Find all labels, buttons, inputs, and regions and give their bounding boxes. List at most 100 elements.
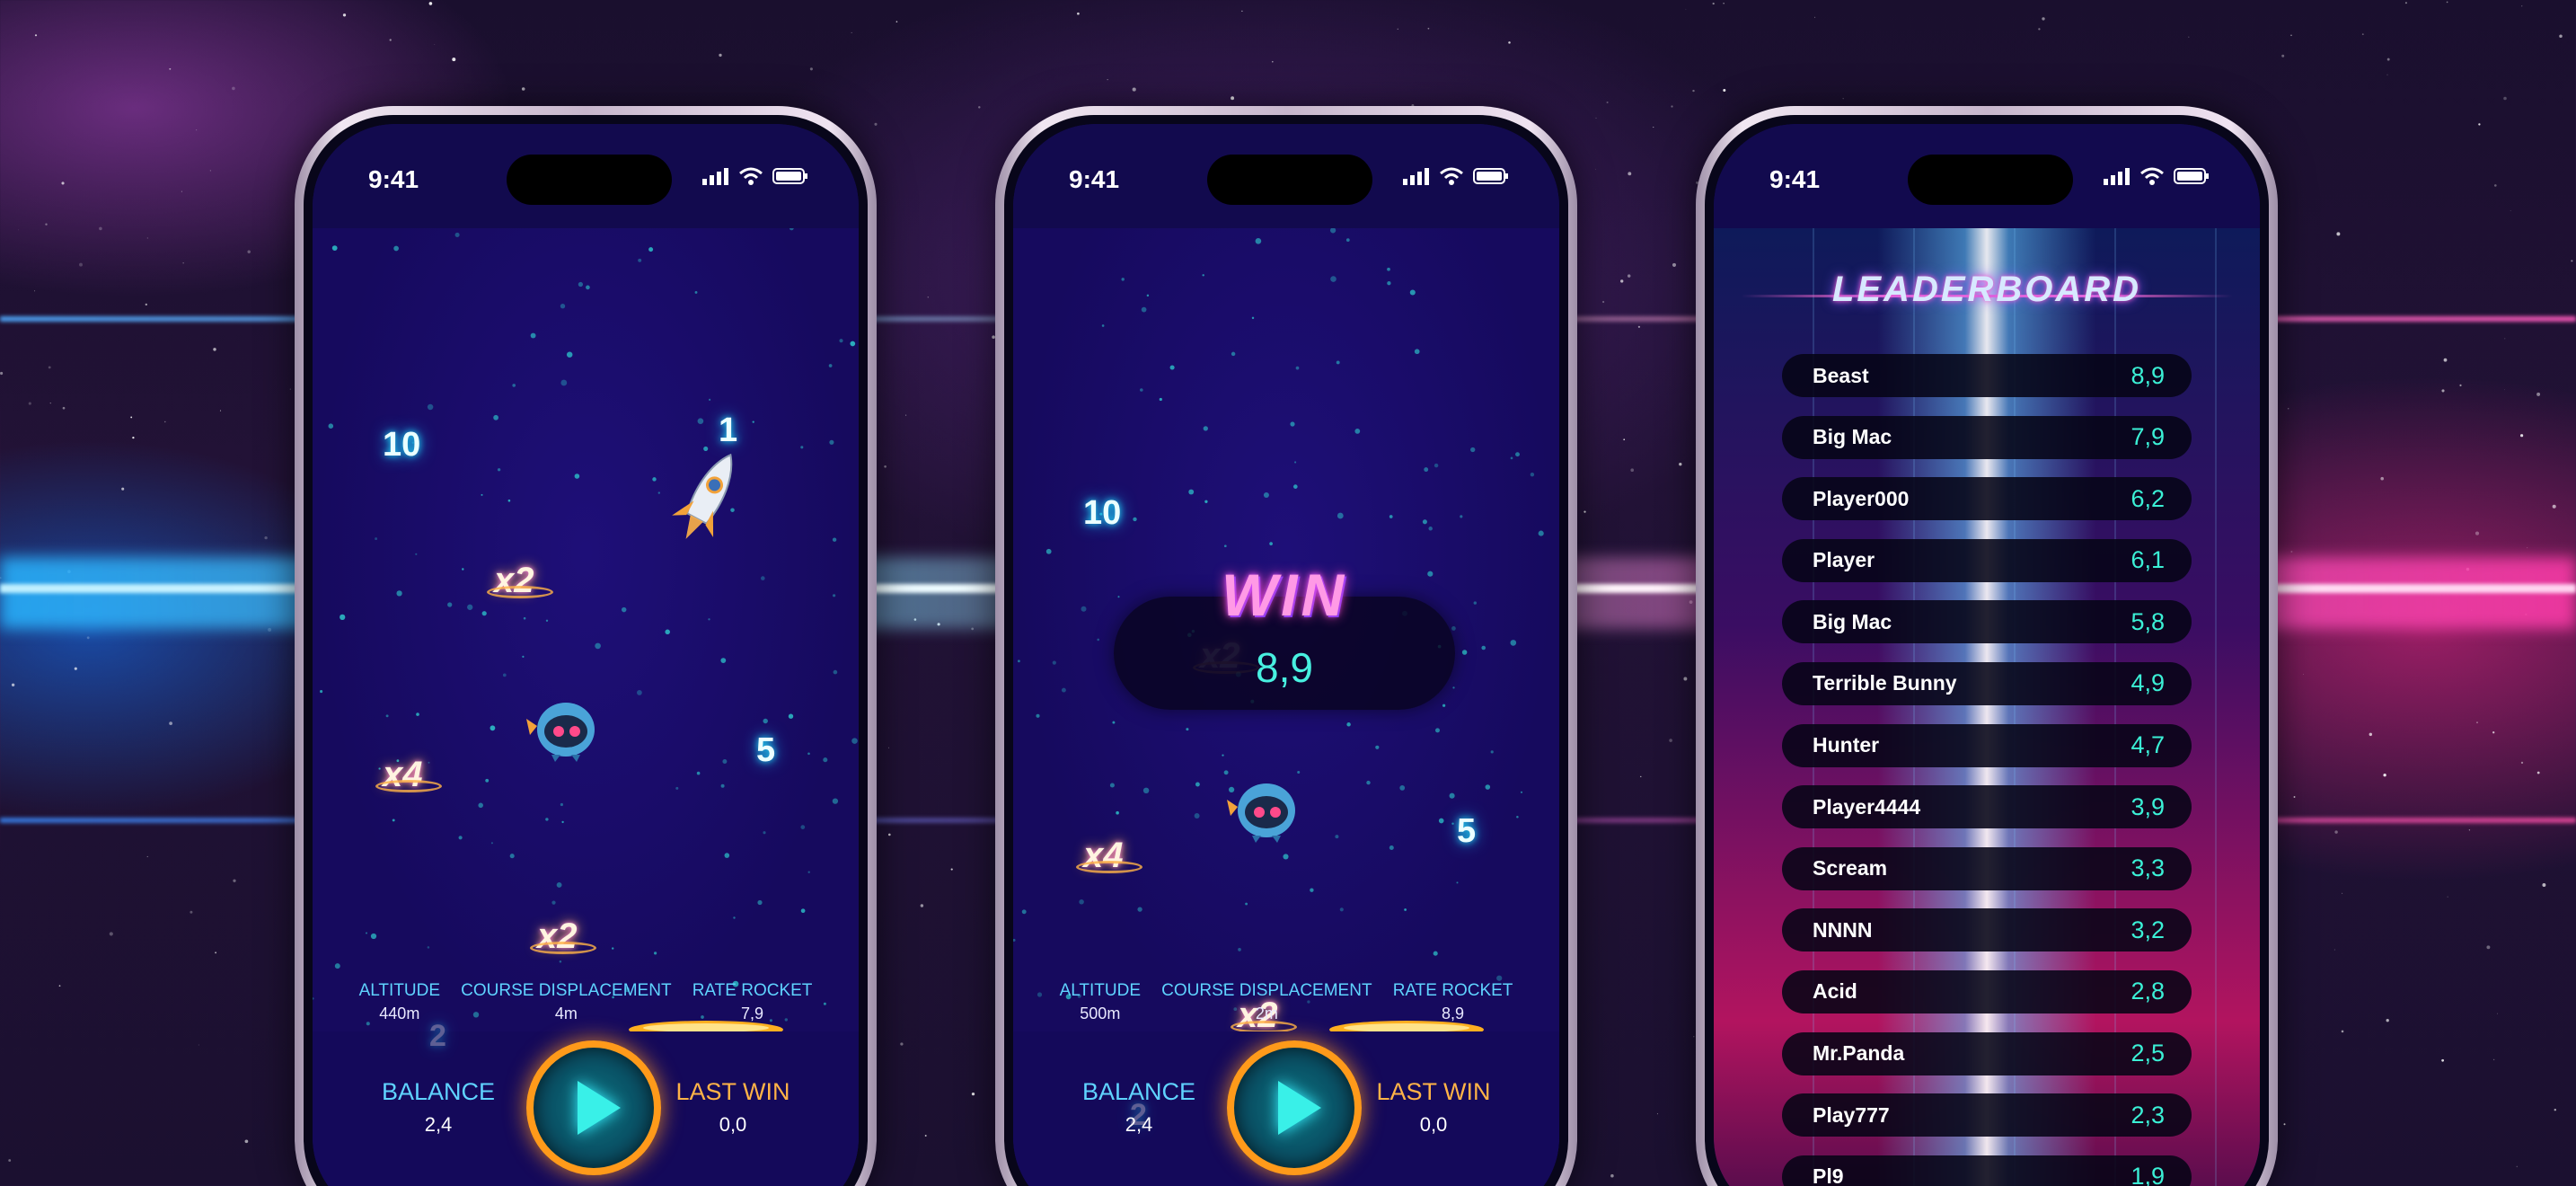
star bbox=[244, 1139, 249, 1144]
star-dot bbox=[393, 245, 399, 252]
star bbox=[1692, 89, 1695, 93]
star-dot bbox=[545, 619, 549, 622]
phone-leaderboard-screen: LEADERBOARD Beast 8,9 Big Mac 7,9 Player000 6… bbox=[1696, 106, 2278, 1186]
leaderboard-row[interactable]: Player000 6,2 bbox=[1782, 477, 2192, 521]
leaderboard-row[interactable]: Hunter 4,7 bbox=[1782, 723, 2192, 767]
star-dot bbox=[1203, 426, 1208, 431]
star-dot bbox=[560, 304, 566, 309]
player-name: Player bbox=[1813, 548, 1875, 572]
star-dot bbox=[789, 228, 794, 231]
star-dot bbox=[1195, 782, 1200, 787]
game-area[interactable]: 10 1 5 x2 x4 x2 bbox=[313, 228, 859, 1055]
star-dot bbox=[427, 403, 434, 411]
star bbox=[920, 904, 924, 907]
star bbox=[2536, 771, 2540, 774]
player-score: 2,8 bbox=[2130, 978, 2165, 1005]
star bbox=[0, 371, 4, 376]
star-dot bbox=[653, 951, 657, 955]
star-dot bbox=[1428, 527, 1433, 531]
game-area[interactable]: 10 5 x2 x4 x2 bbox=[1013, 228, 1559, 1055]
balance-display: BALANCE 2,4 bbox=[366, 1078, 510, 1137]
star-dot bbox=[545, 818, 549, 821]
leaderboard-row[interactable]: NNNN 3,2 bbox=[1782, 908, 2192, 952]
star bbox=[2287, 407, 2289, 410]
player-score: 8,9 bbox=[2130, 361, 2165, 389]
player-score: 2,3 bbox=[2130, 1101, 2165, 1128]
play-button[interactable] bbox=[1227, 1040, 1362, 1175]
star bbox=[2504, 338, 2506, 340]
control-bar: 2 BALANCE 2,4 LAST WIN 0,0 bbox=[1013, 1031, 1559, 1186]
leaderboard-row[interactable]: Scream 3,3 bbox=[1782, 846, 2192, 890]
star-dot bbox=[832, 798, 839, 804]
star bbox=[2386, 58, 2390, 61]
star-dot bbox=[1451, 822, 1454, 825]
rocket-icon bbox=[672, 453, 733, 539]
star-dot bbox=[559, 960, 562, 963]
leaderboard-row[interactable]: Player 6,1 bbox=[1782, 538, 2192, 582]
status-bar: 9:41 bbox=[313, 124, 859, 228]
star-dot bbox=[1290, 421, 1295, 427]
win-popup[interactable]: WIN 8,9 bbox=[1114, 562, 1455, 710]
star-dot bbox=[396, 590, 402, 597]
star bbox=[1584, 510, 1586, 513]
battery-icon bbox=[1473, 168, 1508, 184]
star-dot bbox=[1052, 660, 1056, 665]
star bbox=[18, 229, 20, 231]
star bbox=[1602, 300, 1605, 304]
leaderboard-row[interactable]: Player4444 3,9 bbox=[1782, 785, 2192, 829]
star bbox=[2038, 28, 2041, 31]
star bbox=[2571, 260, 2573, 262]
star-dot bbox=[1061, 687, 1066, 693]
play-button[interactable] bbox=[526, 1040, 661, 1175]
star-dot bbox=[1223, 544, 1227, 548]
phone-win-screen: 10 5 x2 x4 x2 bbox=[995, 106, 1577, 1186]
leaderboard-row[interactable]: Big Mac 7,9 bbox=[1782, 415, 2192, 459]
star bbox=[2486, 945, 2491, 950]
star-dot bbox=[1101, 324, 1105, 327]
star bbox=[452, 58, 456, 62]
star-dot bbox=[1297, 770, 1301, 774]
control-bar: 2 BALANCE 2,4 LAST WIN 0,0 bbox=[313, 1019, 859, 1186]
star bbox=[2334, 830, 2338, 834]
star bbox=[389, 39, 392, 41]
star bbox=[215, 951, 217, 954]
star bbox=[1640, 775, 1642, 778]
player-name: Player4444 bbox=[1813, 794, 1921, 819]
star-dot bbox=[1456, 881, 1459, 884]
star bbox=[195, 128, 198, 131]
star-dot bbox=[637, 690, 642, 695]
leaderboard-row[interactable]: Beast 8,9 bbox=[1782, 354, 2192, 397]
star-dot bbox=[365, 932, 368, 934]
wifi-icon bbox=[739, 167, 763, 185]
leaderboard-row[interactable]: Pl9 1,9 bbox=[1782, 1155, 2192, 1186]
last-win-value: 0,0 bbox=[719, 1113, 747, 1136]
leaderboard-row[interactable]: Acid 2,8 bbox=[1782, 969, 2192, 1013]
star bbox=[2441, 1058, 2444, 1062]
star bbox=[1671, 105, 1673, 108]
star bbox=[1685, 8, 1687, 10]
star bbox=[1620, 279, 1624, 283]
leaderboard-row[interactable]: Terrible Bunny 4,9 bbox=[1782, 661, 2192, 705]
star bbox=[2290, 551, 2293, 553]
star-dot bbox=[675, 786, 679, 790]
leaderboard-list[interactable]: Beast 8,9 Big Mac 7,9 Player000 6,2 Player 6,1 B… bbox=[1782, 354, 2192, 1186]
phone-game-screen: 10 1 5 x2 x4 x2 ALTITUDE 440m COURSE DIS… bbox=[295, 106, 877, 1186]
leaderboard-row[interactable]: Big Mac 5,8 bbox=[1782, 600, 2192, 644]
star bbox=[1723, 88, 1726, 93]
leaderboard-row[interactable]: Play777 2,3 bbox=[1782, 1093, 2192, 1137]
star-dot bbox=[1530, 473, 1535, 477]
star bbox=[1272, 60, 1274, 63]
star bbox=[2383, 774, 2386, 777]
leaderboard-row[interactable]: Mr.Panda 2,5 bbox=[1782, 1031, 2192, 1075]
flight-stats: ALTITUDE 440m COURSE DISPLACEMENT 4m RAT… bbox=[313, 981, 859, 1023]
star-dot bbox=[1018, 659, 1020, 663]
star-dot bbox=[1515, 452, 1520, 457]
star bbox=[232, 86, 235, 91]
star bbox=[190, 910, 193, 914]
star-dot bbox=[481, 611, 487, 616]
star-dot bbox=[340, 614, 346, 621]
number-pickup: 5 bbox=[756, 731, 776, 769]
star-dot bbox=[1404, 908, 1407, 911]
number-pickup: 10 bbox=[1083, 494, 1122, 532]
star bbox=[2459, 384, 2462, 386]
